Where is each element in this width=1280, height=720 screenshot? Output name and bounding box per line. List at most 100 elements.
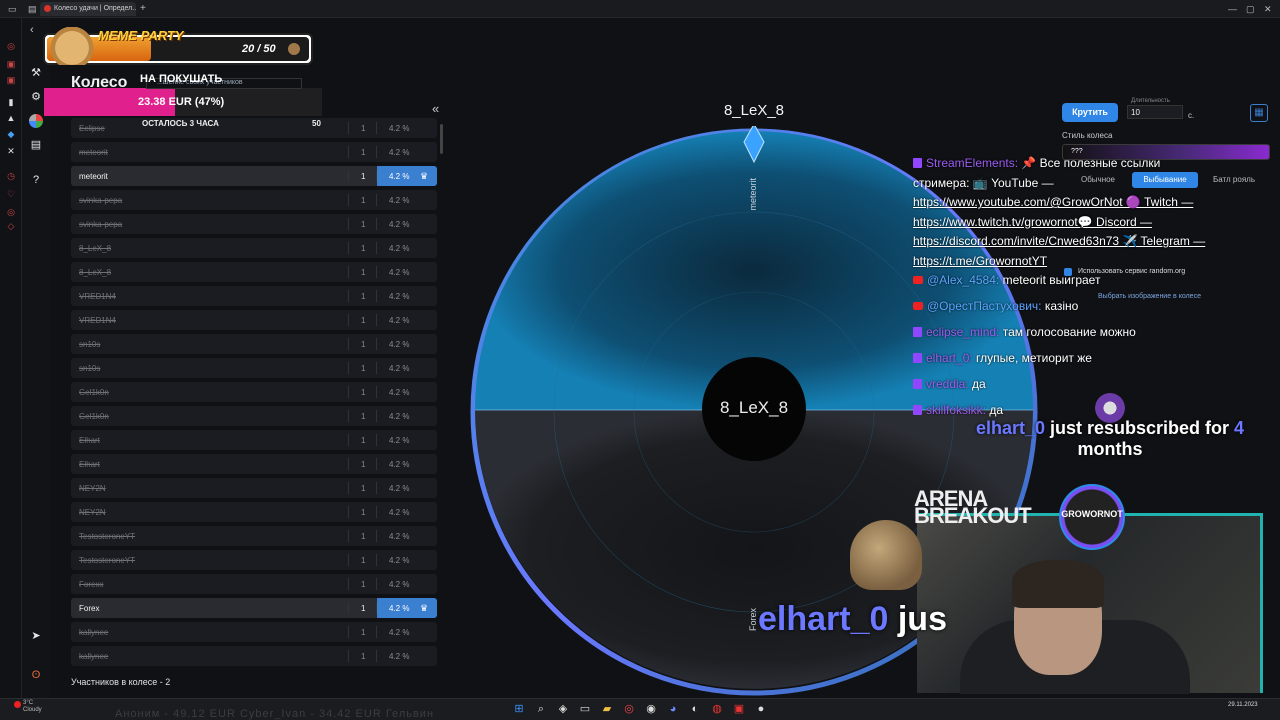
column-divider — [376, 266, 377, 278]
trophy-icon[interactable]: ♛ — [420, 603, 428, 614]
trophy-icon[interactable]: ♛ — [420, 171, 428, 182]
participant-name: NEY2N — [79, 484, 106, 493]
duration-input[interactable] — [1127, 105, 1183, 119]
participant-row[interactable]: Elhart 1 4.2 % — [71, 454, 437, 474]
column-divider — [376, 530, 377, 542]
participant-count: 1 — [361, 460, 366, 469]
app-icon-2[interactable]: ◍ — [710, 702, 724, 716]
sidebar-heart-icon[interactable]: ♡ — [5, 188, 17, 200]
minimize-icon[interactable]: — — [1228, 4, 1237, 14]
column-divider — [348, 626, 349, 638]
participant-row[interactable]: kallynee 1 4.2 % — [71, 646, 437, 666]
opera-icon[interactable]: ◎ — [622, 702, 636, 716]
wheel-nav-icon[interactable] — [29, 114, 43, 128]
participant-row[interactable]: Forexx 1 4.2 % — [71, 574, 437, 594]
chat-link[interactable]: https://www.twitch.tv/growornot💬 Discord… — [913, 215, 1152, 229]
chat-link[interactable]: https://t.me/GrowornotYT — [913, 254, 1047, 268]
participant-row[interactable]: NEY2N 1 4.2 % — [71, 478, 437, 498]
sidebar-twitch-icon[interactable]: ▮ — [5, 96, 17, 108]
browser-tab[interactable]: Колесо удачи | Определ... — [40, 2, 136, 16]
column-divider — [348, 434, 349, 446]
copilot-icon[interactable]: ◈ — [556, 702, 570, 716]
participant-row[interactable]: kallynee 1 4.2 % — [71, 622, 437, 642]
doge-icon — [50, 27, 94, 65]
chat-username: StreamElements: — [926, 156, 1019, 170]
participant-row[interactable]: Eclipse 1 4.2 % — [71, 118, 437, 138]
participant-row[interactable]: TestosteroneYT 1 4.2 % — [71, 526, 437, 546]
gavel-icon[interactable]: ⚒ — [29, 66, 43, 80]
participant-percent: 4.2 % — [389, 244, 410, 253]
sidebar-toggle-icon[interactable]: ▭ — [8, 4, 17, 15]
start-icon[interactable]: ⊞ — [512, 702, 526, 716]
participant-row[interactable]: meteorit 1 4.2 % — [71, 142, 437, 162]
app-icon-3[interactable]: ▣ — [732, 702, 746, 716]
maximize-icon[interactable]: ▢ — [1246, 4, 1255, 15]
column-divider — [348, 530, 349, 542]
grid-view-icon[interactable]: ▦ — [1250, 104, 1268, 122]
sidebar-history-icon[interactable]: ◷ — [5, 170, 17, 182]
column-divider — [376, 242, 377, 254]
steam-icon[interactable]: ◉ — [644, 702, 658, 716]
chat-message: https://t.me/GrowornotYT — [913, 252, 1273, 272]
participant-row[interactable]: sn10s 1 4.2 % — [71, 334, 437, 354]
list-scrollbar[interactable] — [440, 124, 443, 154]
participant-row[interactable]: NEY2N 1 4.2 % — [71, 502, 437, 522]
participant-row[interactable]: TestosteroneYT 1 4.2 % — [71, 550, 437, 570]
telegram-icon[interactable]: ➤ — [29, 629, 43, 643]
spin-button[interactable]: Крутить — [1062, 103, 1118, 122]
tabs-menu-icon[interactable]: ▤ — [28, 4, 37, 15]
task-view-icon[interactable]: ▭ — [578, 702, 592, 716]
sidebar-telegram-icon[interactable]: ◆ — [5, 128, 17, 140]
participant-count: 1 — [361, 268, 366, 277]
participant-row[interactable]: Gel1k0n 1 4.2 % — [71, 406, 437, 426]
participant-row[interactable]: VRED1N4 1 4.2 % — [71, 286, 437, 306]
discord-icon[interactable]: ◕ — [666, 702, 680, 716]
participant-name: Forexx — [79, 580, 104, 589]
sidebar-store-icon[interactable]: ▣ — [5, 58, 17, 70]
sidebar-arc-icon[interactable]: ▲ — [5, 112, 17, 124]
participant-count: 1 — [361, 580, 366, 589]
sidebar-settings-icon[interactable]: ◎ — [5, 206, 17, 218]
help-icon[interactable]: ? — [29, 173, 43, 187]
weather-widget[interactable]: 3°C Cloudy — [23, 700, 42, 714]
explorer-icon[interactable]: ▰ — [600, 702, 614, 716]
column-divider — [348, 122, 349, 134]
chat-username: eclipse_mind: — [926, 325, 1000, 339]
sidebar-x-icon[interactable]: ✕ — [5, 145, 17, 157]
sidebar-shop-icon[interactable]: ▣ — [5, 74, 17, 86]
coin-icon — [288, 43, 300, 55]
column-divider — [348, 338, 349, 350]
settings-gear-icon[interactable]: ⚙ — [29, 90, 43, 104]
sidebar-cube-icon[interactable]: ◇ — [5, 220, 17, 232]
participant-row[interactable]: sn10s 1 4.2 % — [71, 358, 437, 378]
weather-badge-icon — [14, 701, 21, 708]
participant-row[interactable]: meteorit 1 4.2 % ♛ — [71, 166, 437, 186]
chat-link[interactable]: https://discord.com/invite/Cnwed63n73 ✈️… — [913, 234, 1205, 248]
app-icon-1[interactable]: ◐ — [688, 702, 702, 716]
sidebar-opera-icon[interactable]: ◎ — [5, 40, 17, 52]
participant-row[interactable]: 8_LeX_8 1 4.2 % — [71, 262, 437, 282]
participant-row[interactable]: 8_LeX_8 1 4.2 % — [71, 238, 437, 258]
new-tab-button[interactable]: + — [140, 3, 146, 14]
participant-row[interactable]: Forex 1 4.2 % ♛ — [71, 598, 437, 618]
helmet-icon — [850, 520, 922, 590]
chat-message: StreamElements: 📌 Все полезные ссылки — [913, 154, 1273, 174]
participant-row[interactable]: Elhart 1 4.2 % — [71, 430, 437, 450]
close-icon[interactable]: ✕ — [1264, 4, 1272, 15]
column-divider — [348, 554, 349, 566]
streamer-hair — [1012, 560, 1104, 608]
chat-link[interactable]: https://www.youtube.com/@GrowOrNot 🟣 Twi… — [913, 195, 1193, 209]
participant-row[interactable]: VRED1N4 1 4.2 % — [71, 310, 437, 330]
participant-name: meteorit — [79, 148, 108, 157]
obs-icon[interactable]: ● — [754, 702, 768, 716]
participant-row[interactable]: svinka-pepa 1 4.2 % — [71, 214, 437, 234]
participant-row[interactable]: svinka-pepa 1 4.2 % — [71, 190, 437, 210]
clipboard-icon[interactable]: ▤ — [29, 138, 43, 152]
participant-count: 1 — [361, 244, 366, 253]
participant-name: 8_LeX_8 — [79, 268, 112, 277]
collapse-panel-button[interactable]: « — [432, 101, 439, 116]
segment-label-bottom: Forex — [748, 608, 758, 632]
back-icon[interactable]: ‹ — [30, 24, 34, 36]
search-icon[interactable]: ⌕ — [534, 702, 548, 716]
participant-row[interactable]: Gel1k0n 1 4.2 % — [71, 382, 437, 402]
